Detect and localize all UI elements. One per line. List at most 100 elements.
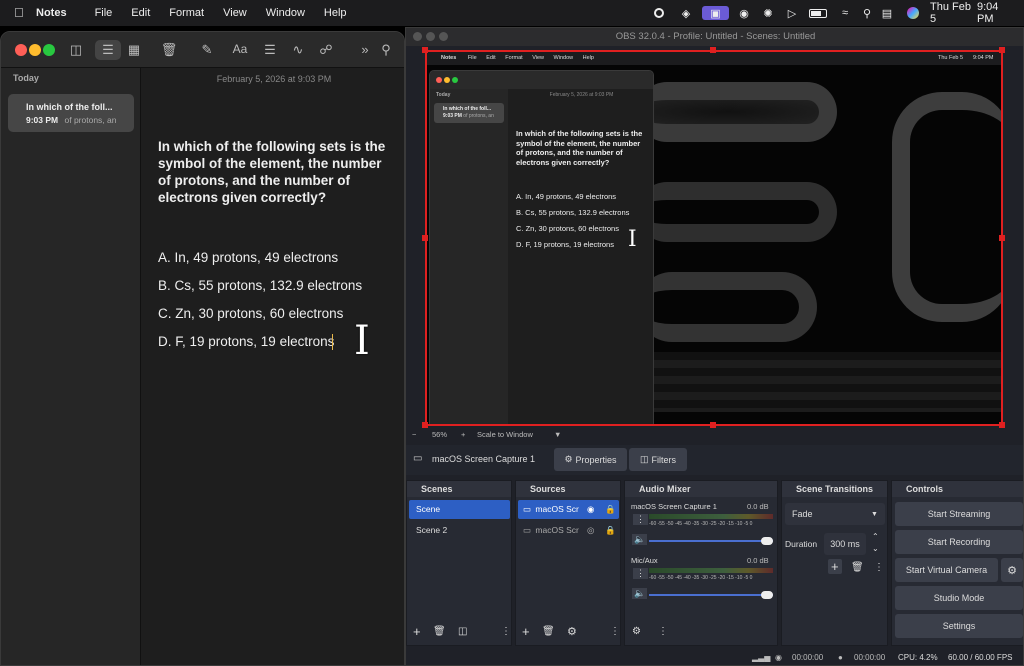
- apple-icon[interactable]: : [14, 5, 24, 20]
- preview-notes-toolbar: [430, 71, 653, 89]
- resize-handle[interactable]: [999, 235, 1005, 241]
- activity-icon[interactable]: ◈: [679, 6, 693, 20]
- transition-more-icon[interactable]: ⋮: [874, 562, 884, 573]
- minimize-button[interactable]: [29, 44, 41, 56]
- filters-button[interactable]: ◫ Filters: [629, 448, 687, 471]
- settings-label: Settings: [942, 621, 976, 631]
- settings-button[interactable]: Settings: [895, 614, 1023, 638]
- mute-speaker-icon[interactable]: 🔈: [632, 534, 648, 545]
- start-streaming-button[interactable]: Start Streaming: [895, 502, 1023, 526]
- volume-slider-knob[interactable]: [761, 591, 773, 599]
- menu-date[interactable]: Thu Feb 5: [930, 1, 977, 25]
- note-question[interactable]: In which of the following sets is the sy…: [158, 138, 394, 206]
- sidebar-toggle-icon[interactable]: ◫: [66, 42, 86, 58]
- menu-edit[interactable]: Edit: [131, 7, 150, 19]
- scene-filters-icon[interactable]: ◫: [458, 626, 467, 637]
- resize-handle[interactable]: [422, 235, 428, 241]
- wallpaper-shape: [637, 182, 837, 242]
- play-icon[interactable]: ▷: [785, 6, 799, 20]
- control-center-icon[interactable]: ▤: [880, 6, 894, 20]
- menu-help[interactable]: Help: [324, 7, 347, 19]
- menu-bar:  Notes File Edit Format View Window Hel…: [0, 0, 1024, 26]
- volume-slider[interactable]: [649, 540, 773, 542]
- more-chevron-icon[interactable]: »: [355, 42, 375, 57]
- eye-icon[interactable]: ◉: [587, 500, 594, 519]
- mixer-settings-gear-icon[interactable]: ⚙: [632, 626, 641, 637]
- note-option-c[interactable]: C. Zn, 30 protons, 60 electrons: [158, 306, 343, 321]
- scene-item-selected[interactable]: Scene: [409, 500, 510, 519]
- obs-icon[interactable]: ◉: [737, 6, 751, 20]
- record-status-icon: ●: [838, 653, 843, 662]
- scene-more-icon[interactable]: ⋮: [501, 626, 511, 637]
- source-properties-gear-icon[interactable]: ⚙: [567, 625, 577, 638]
- menu-format[interactable]: Format: [169, 7, 204, 19]
- resize-handle[interactable]: [422, 47, 428, 53]
- scene-item[interactable]: Scene 2: [409, 521, 510, 540]
- note-option-b[interactable]: B. Cs, 55 protons, 132.9 electrons: [158, 278, 362, 293]
- trash-icon[interactable]: 🗑: [159, 42, 179, 58]
- resize-handle[interactable]: [710, 47, 716, 53]
- menu-file[interactable]: File: [95, 7, 113, 19]
- remove-scene-icon[interactable]: 🗑: [433, 626, 446, 637]
- add-transition-icon[interactable]: +: [828, 559, 842, 574]
- duration-increment-icon[interactable]: ⌃: [872, 532, 879, 541]
- start-virtual-camera-button[interactable]: Start Virtual Camera: [895, 558, 998, 582]
- list-view-icon[interactable]: ☰: [95, 40, 121, 60]
- properties-button[interactable]: ⚙ Properties: [554, 448, 627, 471]
- note-list-item[interactable]: In which of the foll... 9:03 PM of proto…: [8, 94, 134, 132]
- share-link-icon[interactable]: ☍: [316, 42, 336, 58]
- start-recording-button[interactable]: Start Recording: [895, 530, 1023, 554]
- volume-slider-knob[interactable]: [761, 537, 773, 545]
- add-source-icon[interactable]: +: [522, 624, 530, 639]
- preview-canvas[interactable]: Notes File Edit Format View Window Help …: [425, 50, 1003, 426]
- preview-zoom-dot: [452, 77, 458, 83]
- lock-icon[interactable]: 🔒: [605, 521, 616, 540]
- zoom-out-button[interactable]: −: [412, 428, 416, 442]
- add-scene-icon[interactable]: +: [413, 624, 421, 639]
- zoom-in-button[interactable]: +: [461, 428, 465, 442]
- volume-slider[interactable]: [649, 594, 773, 596]
- duration-decrement-icon[interactable]: ⌄: [872, 544, 879, 553]
- menu-view[interactable]: View: [223, 7, 247, 19]
- channel-menu-icon[interactable]: ⋮: [633, 514, 648, 525]
- remove-transition-icon[interactable]: 🗑: [851, 562, 864, 573]
- format-text-icon[interactable]: Aa: [230, 42, 250, 56]
- wallpaper-stripes: [637, 352, 1001, 412]
- siri-icon[interactable]: [906, 6, 919, 20]
- search-icon[interactable]: ⚲: [861, 6, 873, 20]
- zoom-button[interactable]: [43, 44, 55, 56]
- mute-speaker-icon[interactable]: 🔈: [632, 588, 648, 599]
- audio-waveform-icon[interactable]: ∿: [288, 42, 308, 58]
- menu-window[interactable]: Window: [266, 7, 305, 19]
- chatgpt-icon[interactable]: ✺: [761, 6, 775, 20]
- checklist-icon[interactable]: ☰: [260, 42, 280, 58]
- transition-select[interactable]: Fade ▼: [785, 503, 885, 525]
- virtual-camera-settings-button[interactable]: ⚙: [1001, 558, 1023, 582]
- chevron-down-icon[interactable]: ▼: [554, 428, 561, 442]
- scale-mode-select[interactable]: Scale to Window: [477, 428, 533, 442]
- menu-time[interactable]: 9:04 PM: [977, 1, 1017, 25]
- remove-source-icon[interactable]: 🗑: [542, 626, 555, 637]
- record-status-icon[interactable]: [653, 6, 665, 20]
- duration-input[interactable]: 300 ms: [824, 533, 866, 555]
- battery-icon[interactable]: [808, 6, 828, 20]
- note-option-a[interactable]: A. In, 49 protons, 49 electrons: [158, 250, 338, 265]
- eye-hidden-icon[interactable]: ◎: [587, 521, 594, 540]
- mixer-more-icon[interactable]: ⋮: [658, 626, 668, 637]
- screen-mirror-icon[interactable]: ▣: [702, 6, 729, 20]
- search-icon[interactable]: ⚲: [376, 42, 396, 58]
- gallery-view-icon[interactable]: ▦: [124, 42, 144, 58]
- compose-icon[interactable]: ✎: [197, 42, 217, 58]
- note-option-d[interactable]: D. F, 19 protons, 19 electrons: [158, 334, 334, 349]
- source-more-icon[interactable]: ⋮: [610, 626, 620, 637]
- close-button[interactable]: [15, 44, 27, 56]
- source-item-selected[interactable]: ▭ macOS Scr ◉ 🔒: [518, 500, 619, 519]
- lock-icon[interactable]: 🔒: [605, 500, 616, 519]
- channel-menu-icon[interactable]: ⋮: [633, 568, 648, 579]
- source-item[interactable]: ▭ macOS Scr ◎ 🔒: [518, 521, 619, 540]
- studio-mode-button[interactable]: Studio Mode: [895, 586, 1023, 610]
- note-editor[interactable]: February 5, 2026 at 9:03 PM In which of …: [142, 68, 404, 665]
- resize-handle[interactable]: [999, 47, 1005, 53]
- wifi-icon[interactable]: ≈: [838, 6, 852, 20]
- menu-app-name[interactable]: Notes: [36, 7, 67, 19]
